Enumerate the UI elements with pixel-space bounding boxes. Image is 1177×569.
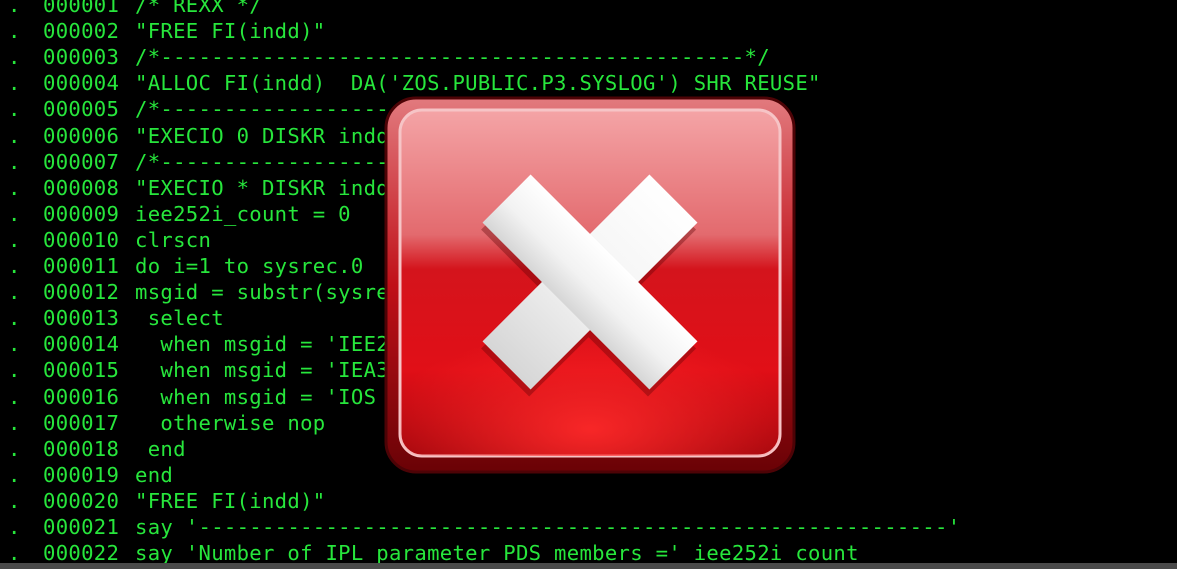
line-prefix-dot: . (8, 149, 21, 174)
code-line: . 000001 /* REXX */ (0, 0, 1177, 18)
line-code: "EXECIO 0 DISKR indd (135, 123, 389, 148)
line-number: 000014 (43, 332, 120, 357)
line-number: 000015 (43, 358, 120, 383)
line-prefix-dot: . (8, 332, 21, 357)
line-number: 000021 (43, 515, 120, 539)
line-number: 000006 (43, 123, 120, 148)
line-code: do i=1 to sysrec.0 (135, 254, 364, 278)
bottom-status-bar (0, 563, 1177, 569)
line-number: 000008 (43, 175, 120, 200)
line-prefix-dot: . (8, 175, 21, 200)
line-code: end (135, 462, 174, 487)
line-prefix-dot: . (8, 462, 21, 487)
line-code: /* REXX */ (135, 0, 262, 17)
line-prefix-dot: . (8, 97, 21, 122)
line-prefix-dot: . (8, 45, 21, 70)
line-number: 000020 (43, 488, 120, 513)
error-x-icon (384, 96, 796, 474)
line-code: "EXECIO * DISKR indd (135, 175, 389, 200)
line-code: clrscn (135, 227, 212, 252)
line-code: when msgid = 'IEA3 (135, 358, 389, 383)
line-prefix-dot: . (8, 358, 21, 383)
line-number: 000013 (43, 306, 120, 331)
line-prefix-dot: . (8, 227, 21, 252)
line-number: 000004 (43, 71, 120, 96)
line-code: end (135, 436, 186, 461)
line-code: otherwise nop (135, 410, 326, 435)
line-prefix-dot: . (8, 123, 21, 148)
line-prefix-dot: . (8, 488, 21, 513)
line-prefix-dot: . (8, 201, 21, 226)
line-number: 000001 (43, 0, 120, 17)
line-code: "ALLOC FI(indd) DA('ZOS.PUBLIC.P3.SYSLOG… (135, 71, 821, 96)
line-number: 000019 (43, 462, 120, 487)
line-code: iee252i_count = 0 (135, 201, 351, 226)
code-line: . 000021 say '----------------------------… (0, 514, 1177, 540)
line-code: select (135, 306, 224, 331)
line-prefix-dot: . (8, 410, 21, 435)
line-number: 000003 (43, 45, 120, 70)
line-code: msgid = substr(sysrec (135, 280, 402, 305)
line-number: 000002 (43, 19, 120, 44)
line-number: 000017 (43, 410, 120, 435)
line-code: when msgid = 'IOS (135, 384, 377, 409)
line-code: "FREE FI(indd)" (135, 19, 326, 44)
line-prefix-dot: . (8, 384, 21, 409)
line-code: when msgid = 'IEE2 (135, 332, 389, 357)
line-prefix-dot: . (8, 306, 21, 331)
line-prefix-dot: . (8, 71, 21, 96)
code-line: . 000020 "FREE FI(indd)" (0, 488, 1177, 514)
line-number: 000012 (43, 280, 120, 305)
line-prefix-dot: . (8, 280, 21, 305)
line-number: 000005 (43, 97, 120, 122)
code-line: . 000004 "ALLOC FI(indd) DA('ZOS.PUBLIC.P3… (0, 70, 1177, 96)
line-number: 000007 (43, 149, 120, 174)
line-number: 000010 (43, 227, 120, 252)
line-code: /*--------------------------------------… (135, 45, 770, 70)
line-code: say '-----------------------------------… (135, 515, 961, 539)
line-prefix-dot: . (8, 254, 21, 278)
line-number: 000011 (43, 254, 120, 278)
line-number: 000018 (43, 436, 120, 461)
code-line: . 000003 /*-------------------------------… (0, 44, 1177, 70)
line-prefix-dot: . (8, 19, 21, 44)
code-line: . 000002 "FREE FI(indd)" (0, 18, 1177, 44)
line-number: 000009 (43, 201, 120, 226)
line-number: 000016 (43, 384, 120, 409)
line-code: "FREE FI(indd)" (135, 488, 326, 513)
line-prefix-dot: . (8, 436, 21, 461)
line-prefix-dot: . (8, 515, 21, 539)
line-prefix-dot: . (8, 0, 21, 17)
